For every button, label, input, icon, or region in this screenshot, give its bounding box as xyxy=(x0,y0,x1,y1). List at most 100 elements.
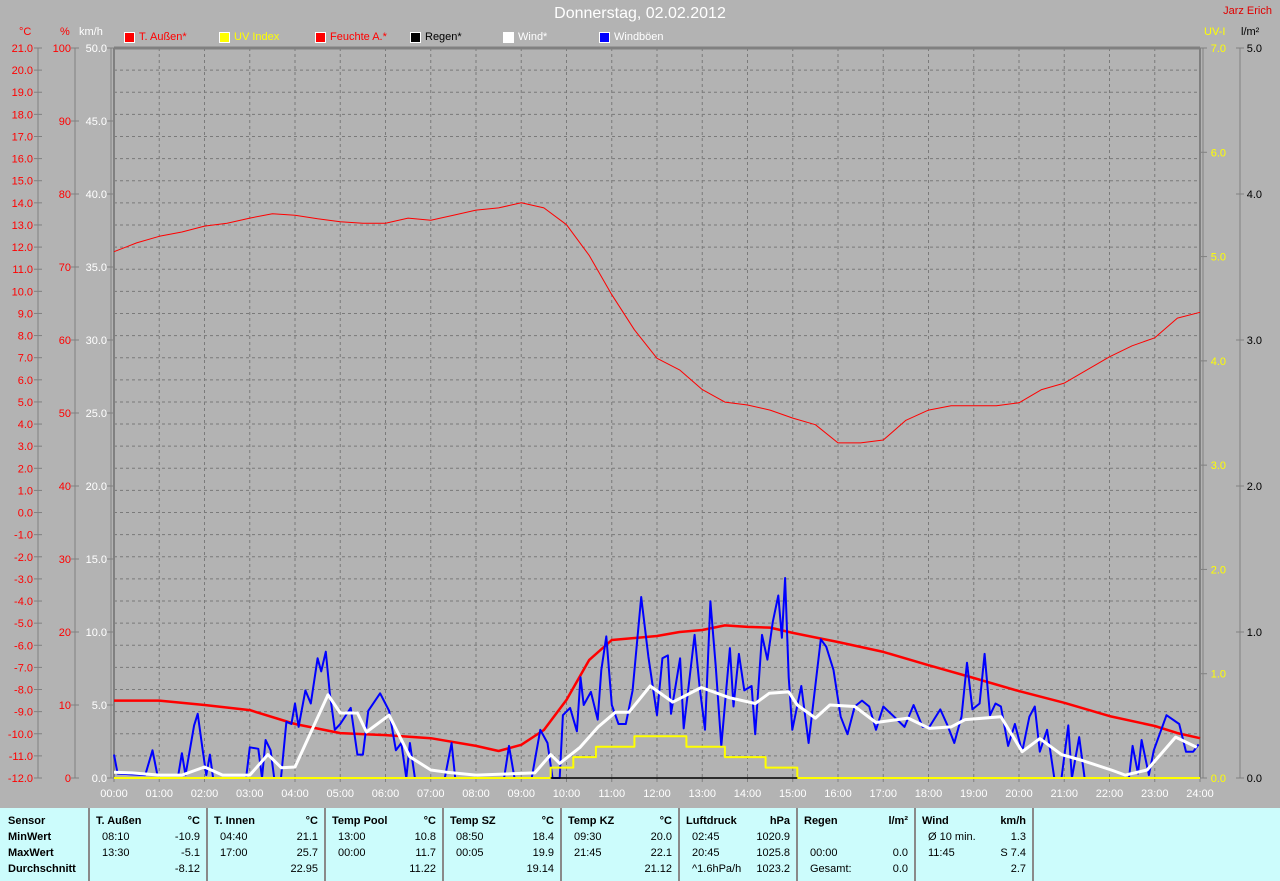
x-tick-label: 19:00 xyxy=(960,788,988,800)
legend-swatch xyxy=(219,31,230,43)
x-tick-label: 18:00 xyxy=(915,788,943,800)
column-unit: °C xyxy=(659,815,672,827)
humidity-tick-label: 40 xyxy=(59,481,71,493)
temp-tick-label: -2.0 xyxy=(14,552,33,564)
x-tick-label: 22:00 xyxy=(1096,788,1124,800)
row-label: MaxWert xyxy=(8,847,54,859)
legend-label: Feuchte A.* xyxy=(330,31,387,43)
temp-tick-label: 17.0 xyxy=(12,131,33,143)
stat-value: 1.3 xyxy=(1010,831,1026,843)
legend-label: T. Außen* xyxy=(139,31,187,43)
temp-tick-label: 9.0 xyxy=(18,308,33,320)
stat-value: 11.22 xyxy=(409,863,436,875)
wind-tick-label: 5.0 xyxy=(92,700,107,712)
x-tick-label: 05:00 xyxy=(326,788,354,800)
legend-label: UV Index xyxy=(234,31,280,43)
rain-tick-label: 1.0 xyxy=(1247,627,1262,639)
stat-value: -8.12 xyxy=(174,863,200,875)
stat-value: 18.4 xyxy=(532,831,554,843)
temp-tick-label: 7.0 xyxy=(18,353,33,365)
x-tick-label: 01:00 xyxy=(145,788,173,800)
x-tick-label: 17:00 xyxy=(869,788,897,800)
stat-value: 22.95 xyxy=(290,863,318,875)
x-tick-label: 06:00 xyxy=(372,788,400,800)
x-tick-label: 16:00 xyxy=(824,788,852,800)
row-label: Sensor xyxy=(8,815,46,827)
stat-value: 20.0 xyxy=(650,831,672,843)
stat-value: 11.7 xyxy=(415,847,436,859)
x-tick-label: 12:00 xyxy=(643,788,671,800)
wind-tick-label: 0.0 xyxy=(92,773,107,785)
temp-tick-label: 15.0 xyxy=(12,176,33,188)
humidity-tick-label: 60 xyxy=(59,335,71,347)
uv-tick-label: 6.0 xyxy=(1211,147,1226,159)
stat-value: 25.7 xyxy=(296,847,318,859)
rain-tick-label: 2.0 xyxy=(1247,481,1262,493)
stat-value: 2.7 xyxy=(1010,863,1026,875)
x-tick-label: 07:00 xyxy=(417,788,445,800)
column-unit: °C xyxy=(423,815,436,827)
stat-value: 1020.9 xyxy=(756,831,790,843)
chart-title: Donnerstag, 02.02.2012 xyxy=(554,5,726,22)
stat-value: 21.12 xyxy=(644,863,672,875)
x-tick-label: 00:00 xyxy=(100,788,128,800)
temp-tick-label: -10.0 xyxy=(8,729,33,741)
stat-value: 0.0 xyxy=(892,863,908,875)
x-tick-label: 04:00 xyxy=(281,788,309,800)
legend-swatch xyxy=(410,31,421,43)
rain-axis-unit: l/m² xyxy=(1241,26,1260,38)
wind-tick-label: 30.0 xyxy=(86,335,107,347)
stat-value: 19.9 xyxy=(532,847,554,859)
temp-tick-label: 8.0 xyxy=(18,331,33,343)
column-unit: km/h xyxy=(1000,815,1026,827)
temp-tick-label: -3.0 xyxy=(14,574,33,586)
series-windböen xyxy=(113,577,1200,779)
stat-value: 22.1 xyxy=(650,847,672,859)
column-unit: °C xyxy=(187,815,200,827)
legend-swatch xyxy=(599,31,610,43)
temp-tick-label: 5.0 xyxy=(18,397,33,409)
uv-tick-label: 2.0 xyxy=(1211,564,1226,576)
temp-tick-label: 4.0 xyxy=(18,419,33,431)
wind-axis-unit: km/h xyxy=(79,26,103,38)
column-unit: °C xyxy=(541,815,554,827)
x-tick-label: 24:00 xyxy=(1186,788,1214,800)
wind-tick-label: 45.0 xyxy=(86,116,107,128)
row-label: MinWert xyxy=(8,831,52,843)
stat-value: 21.1 xyxy=(296,831,318,843)
wind-tick-label: 50.0 xyxy=(86,43,107,55)
humidity-tick-label: 0 xyxy=(65,773,71,785)
legend-label: Windböen xyxy=(614,31,664,43)
legend-swatch xyxy=(124,31,135,43)
x-tick-label: 09:00 xyxy=(507,788,535,800)
temp-tick-label: -8.0 xyxy=(14,685,33,697)
uv-tick-label: 4.0 xyxy=(1211,356,1226,368)
wind-tick-label: 35.0 xyxy=(86,262,107,274)
temp-tick-label: 16.0 xyxy=(12,154,33,166)
wind-tick-label: 25.0 xyxy=(86,408,107,420)
stat-value: 1023.2 xyxy=(756,863,790,875)
legend-label: Wind* xyxy=(518,31,548,43)
temp-tick-label: 21.0 xyxy=(12,43,33,55)
wind-tick-label: 20.0 xyxy=(86,481,107,493)
temp-tick-label: -5.0 xyxy=(14,618,33,630)
temp-axis-unit: °C xyxy=(19,26,32,38)
stat-value: 1025.8 xyxy=(756,847,790,859)
legend-swatch xyxy=(315,31,326,43)
temp-tick-label: 18.0 xyxy=(12,109,33,121)
rain-tick-label: 5.0 xyxy=(1247,43,1262,55)
legend-item-temp-outside: T. Außen* xyxy=(124,31,187,43)
legend-item-gusts: Windböen xyxy=(599,31,664,43)
legend-label: Regen* xyxy=(425,31,462,43)
x-tick-label: 08:00 xyxy=(462,788,490,800)
x-tick-label: 13:00 xyxy=(688,788,716,800)
x-tick-label: 03:00 xyxy=(236,788,264,800)
temp-tick-label: -7.0 xyxy=(14,662,33,674)
humidity-tick-label: 90 xyxy=(59,116,71,128)
temp-tick-label: -12.0 xyxy=(8,773,33,785)
temp-tick-label: -9.0 xyxy=(14,707,33,719)
author-name: Jarz Erich xyxy=(1223,5,1272,17)
stat-value: 0.0 xyxy=(892,847,908,859)
humidity-tick-label: 50 xyxy=(59,408,71,420)
column-unit: l/m² xyxy=(888,815,908,827)
